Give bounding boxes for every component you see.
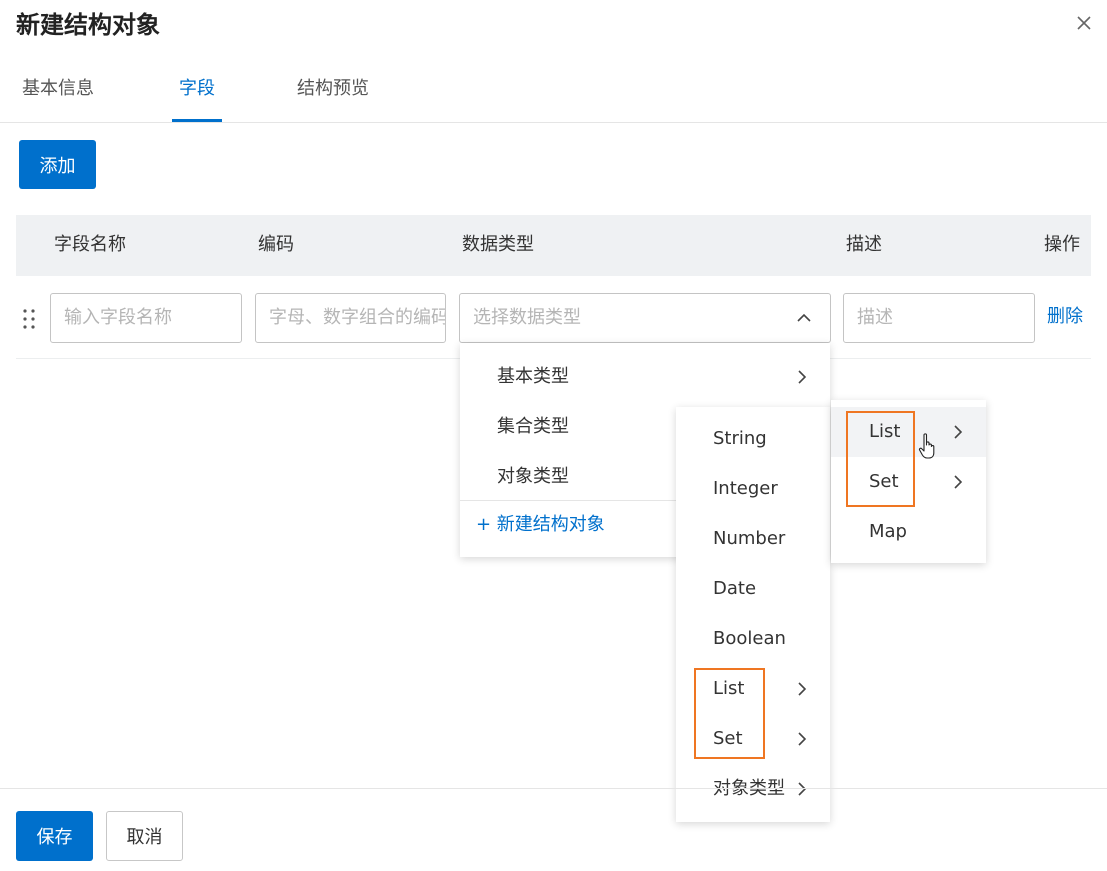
tab-structure-preview[interactable]: 结构预览 — [297, 76, 369, 102]
tab-fields[interactable]: 字段 — [179, 76, 215, 102]
menu-item-list-hovered[interactable]: List — [831, 407, 986, 457]
add-button[interactable]: 添加 — [19, 140, 96, 189]
save-button[interactable]: 保存 — [16, 811, 93, 861]
column-header-actions: 操作 — [1044, 234, 1080, 255]
menu-item-date[interactable]: Date — [676, 564, 830, 614]
data-type-select[interactable]: 选择数据类型 — [459, 293, 831, 343]
hand-cursor-icon — [918, 432, 938, 462]
menu-item-boolean[interactable]: Boolean — [676, 614, 830, 664]
drag-handle-icon[interactable] — [21, 308, 37, 330]
column-header-data-type: 数据类型 — [462, 234, 534, 255]
tab-basic-info[interactable]: 基本信息 — [22, 76, 94, 102]
basic-type-submenu: String Integer Number Date Boolean List … — [676, 407, 830, 822]
menu-item-set-collection[interactable]: Set — [831, 457, 986, 507]
table-header: 字段名称 编码 数据类型 描述 操作 — [16, 215, 1091, 276]
data-type-select-placeholder: 选择数据类型 — [473, 307, 581, 328]
close-icon[interactable] — [1073, 12, 1095, 34]
delete-link[interactable]: 删除 — [1047, 305, 1083, 329]
chevron-right-icon — [954, 475, 963, 489]
menu-item-basic-type[interactable]: 基本类型 — [460, 352, 830, 402]
description-input[interactable]: 描述 — [843, 293, 1035, 343]
field-code-input[interactable]: 字母、数字组合的编码 — [255, 293, 446, 343]
menu-item-integer[interactable]: Integer — [676, 464, 830, 514]
tab-bar: 基本信息 字段 结构预览 — [0, 62, 1107, 123]
chevron-right-icon — [798, 682, 807, 696]
collection-type-submenu: List Set Map — [831, 400, 986, 563]
menu-item-number[interactable]: Number — [676, 514, 830, 564]
menu-item-map[interactable]: Map — [831, 507, 986, 557]
chevron-up-icon — [797, 313, 811, 322]
active-tab-indicator — [172, 119, 222, 122]
column-header-description: 描述 — [846, 234, 882, 255]
dialog-footer: 保存 取消 — [0, 788, 1107, 871]
chevron-right-icon — [954, 425, 963, 439]
new-structure-object-link[interactable]: + 新建结构对象 — [476, 513, 605, 537]
dialog-title: 新建结构对象 — [16, 11, 160, 39]
chevron-right-icon — [798, 732, 807, 746]
menu-item-list[interactable]: List — [676, 664, 830, 714]
column-header-code: 编码 — [258, 234, 294, 255]
field-name-input[interactable]: 输入字段名称 — [50, 293, 242, 343]
chevron-right-icon — [798, 370, 807, 384]
cancel-button[interactable]: 取消 — [106, 811, 183, 861]
menu-item-string[interactable]: String — [676, 414, 830, 464]
column-header-field-name: 字段名称 — [54, 234, 126, 255]
menu-item-set[interactable]: Set — [676, 714, 830, 764]
